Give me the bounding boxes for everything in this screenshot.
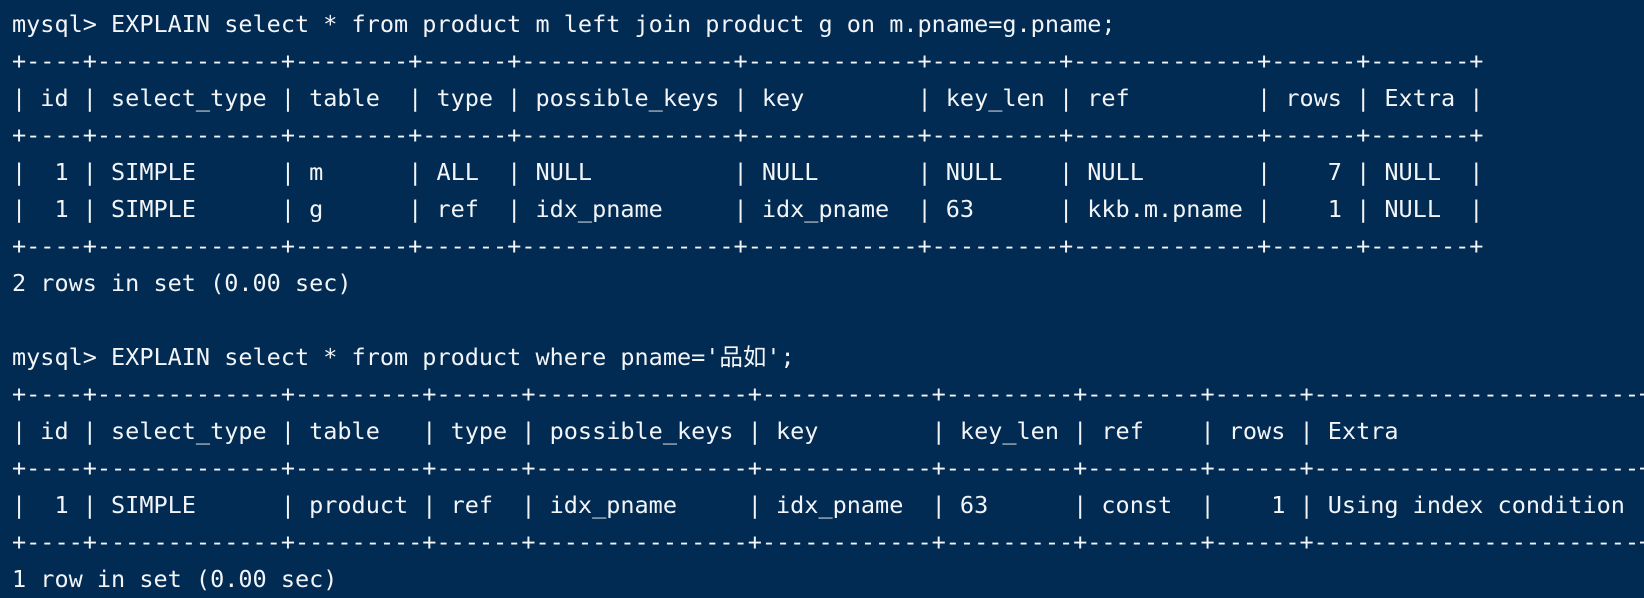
table-separator: +----+-------------+---------+------+---… [12, 454, 1644, 482]
table-row: | 1 | SIMPLE | g | ref | idx_pname | idx… [12, 195, 1484, 223]
command-line-explain-left-join: mysql> EXPLAIN select * from product m l… [12, 10, 1116, 38]
status-line: 1 row in set (0.00 sec) [12, 565, 338, 593]
status-line: 2 rows in set (0.00 sec) [12, 269, 352, 297]
table-separator: +----+-------------+--------+------+----… [12, 121, 1484, 149]
table-row: | 1 | SIMPLE | m | ALL | NULL | NULL | N… [12, 158, 1484, 186]
table-header-row: | id | select_type | table | type | poss… [12, 417, 1644, 445]
table-separator: +----+-------------+--------+------+----… [12, 232, 1484, 260]
table-separator: +----+-------------+--------+------+----… [12, 47, 1484, 75]
table-separator: +----+-------------+---------+------+---… [12, 380, 1644, 408]
command-line-explain-where-pname: mysql> EXPLAIN select * from product whe… [12, 343, 795, 371]
table-header-row: | id | select_type | table | type | poss… [12, 84, 1484, 112]
table-row: | 1 | SIMPLE | product | ref | idx_pname… [12, 491, 1644, 519]
terminal-output: mysql> EXPLAIN select * from product m l… [0, 0, 1644, 593]
